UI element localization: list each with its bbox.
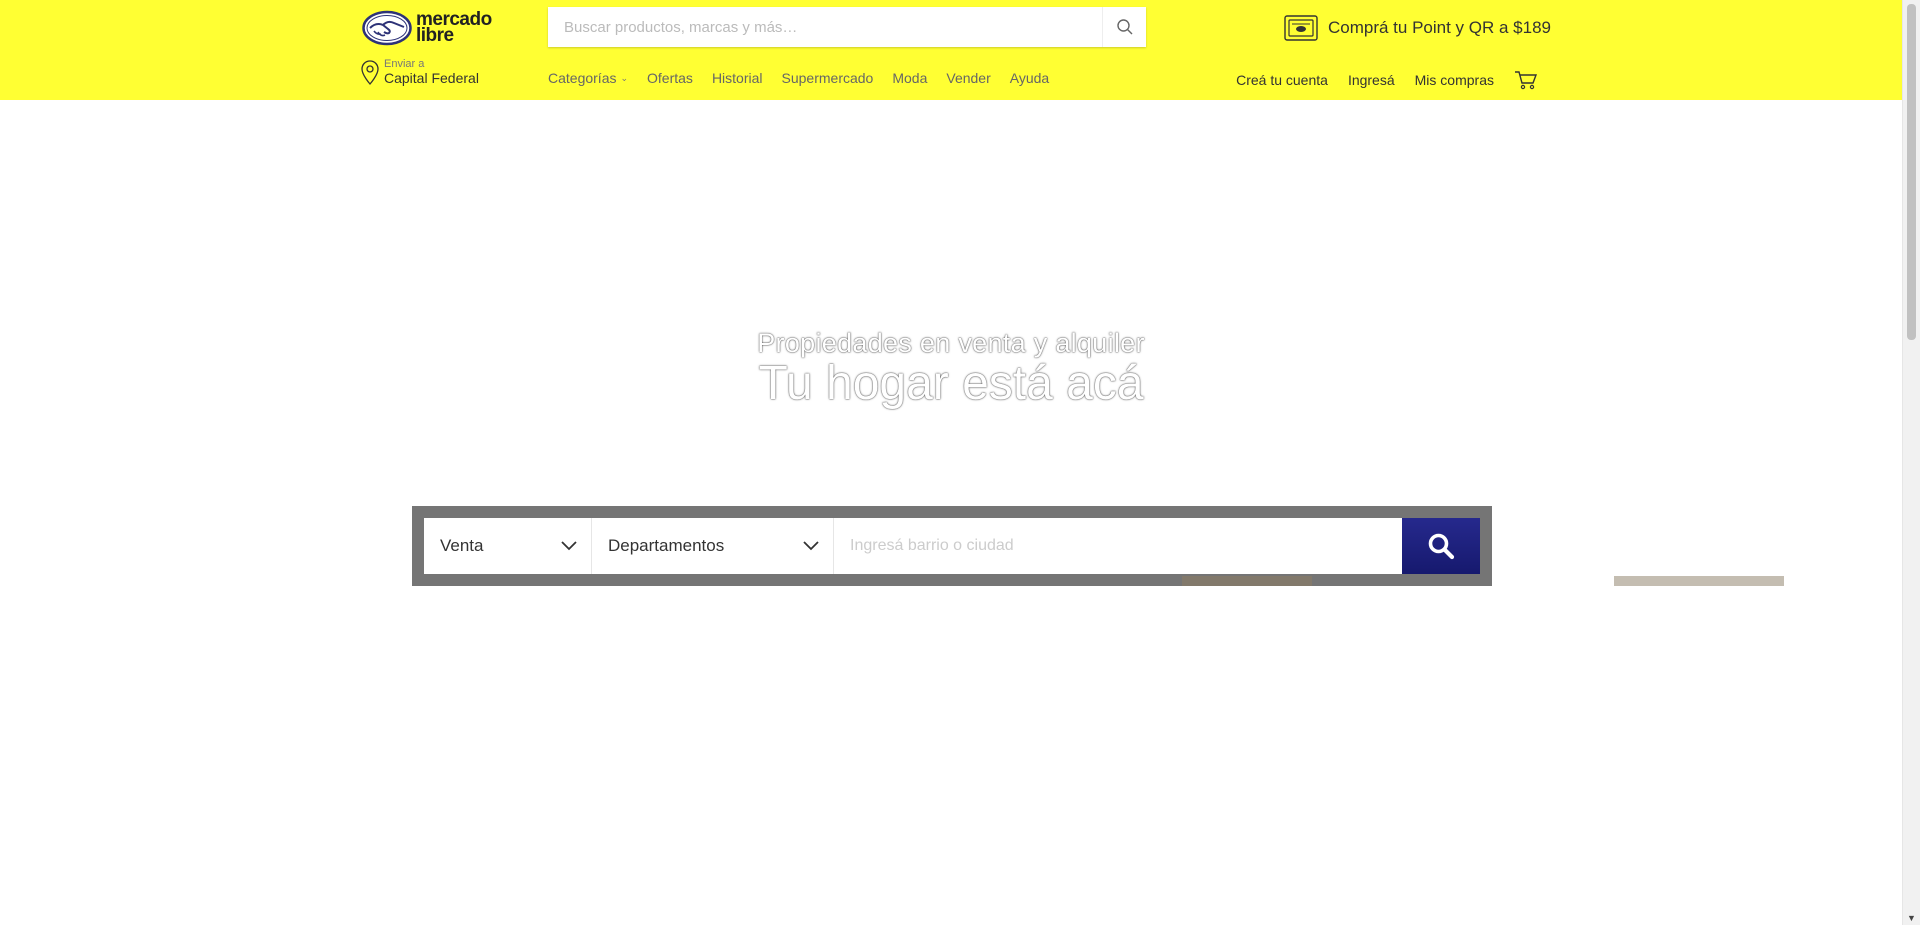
location-pin-icon: [361, 60, 379, 85]
property-search-button[interactable]: [1402, 518, 1480, 574]
scrollbar-thumb[interactable]: [1907, 4, 1916, 340]
location-label: Enviar a: [384, 58, 425, 70]
logo-text: mercado libre: [416, 10, 492, 46]
background-image-strip: [1182, 576, 1312, 586]
my-purchases-link[interactable]: Mis compras: [1415, 72, 1494, 88]
search-icon: [1116, 19, 1132, 35]
chevron-down-icon: ⌄: [620, 72, 629, 83]
login-link[interactable]: Ingresá: [1348, 72, 1395, 88]
nav-supermercado[interactable]: Supermercado: [782, 70, 874, 86]
chevron-down-icon: [561, 541, 577, 551]
property-type-value: Departamentos: [608, 536, 725, 555]
delivery-location[interactable]: Enviar a Capital Federal: [360, 58, 479, 86]
property-type-select[interactable]: Departamentos: [592, 518, 834, 574]
nav-historial[interactable]: Historial: [712, 70, 763, 86]
search-button[interactable]: [1102, 7, 1146, 47]
promo-text: Comprá tu Point y QR a $189: [1328, 18, 1552, 37]
operation-select[interactable]: Venta: [424, 518, 592, 574]
location-input[interactable]: [834, 518, 1402, 574]
scrollbar[interactable]: ▼: [1902, 0, 1920, 925]
nav-ayuda[interactable]: Ayuda: [1010, 70, 1049, 86]
nav-ofertas[interactable]: Ofertas: [647, 70, 693, 86]
property-search-panel: Venta Departamentos: [412, 506, 1784, 586]
logo-line2: libre: [416, 25, 454, 46]
location-city: Capital Federal: [384, 70, 479, 86]
hero-subtitle: Propiedades en venta y alquiler: [757, 328, 1145, 358]
property-search-form: Venta Departamentos: [424, 518, 1480, 574]
handshake-logo-icon: [362, 10, 412, 46]
nav-moda[interactable]: Moda: [892, 70, 927, 86]
search-input[interactable]: [548, 7, 1102, 47]
nav-vender[interactable]: Vender: [946, 70, 990, 86]
cart-icon[interactable]: [1514, 70, 1538, 90]
header: mercado libre Comprá tu Point y QR a $18…: [0, 0, 1902, 100]
point-device-icon: [1284, 15, 1318, 41]
nav-categorias[interactable]: Categorías ⌄: [548, 70, 628, 86]
operation-value: Venta: [440, 536, 484, 555]
page: mercado libre Comprá tu Point y QR a $18…: [0, 0, 1920, 925]
main-nav: Categorías ⌄ Ofertas Historial Supermerc…: [548, 70, 1068, 86]
search-icon: [1428, 533, 1455, 560]
scroll-down-arrow-icon[interactable]: ▼: [1907, 913, 1916, 923]
point-promo[interactable]: Comprá tu Point y QR a $189: [1284, 12, 1551, 44]
hero-title: Tu hogar está acá: [758, 357, 1144, 410]
chevron-down-icon: [803, 541, 819, 551]
create-account-link[interactable]: Creá tu cuenta: [1236, 72, 1328, 88]
logo[interactable]: mercado libre: [362, 9, 498, 47]
background-image-strip: [1614, 576, 1784, 586]
search-box: [548, 7, 1146, 47]
account-nav: Creá tu cuenta Ingresá Mis compras: [1216, 70, 1538, 90]
nav-label: Categorías: [548, 70, 617, 86]
